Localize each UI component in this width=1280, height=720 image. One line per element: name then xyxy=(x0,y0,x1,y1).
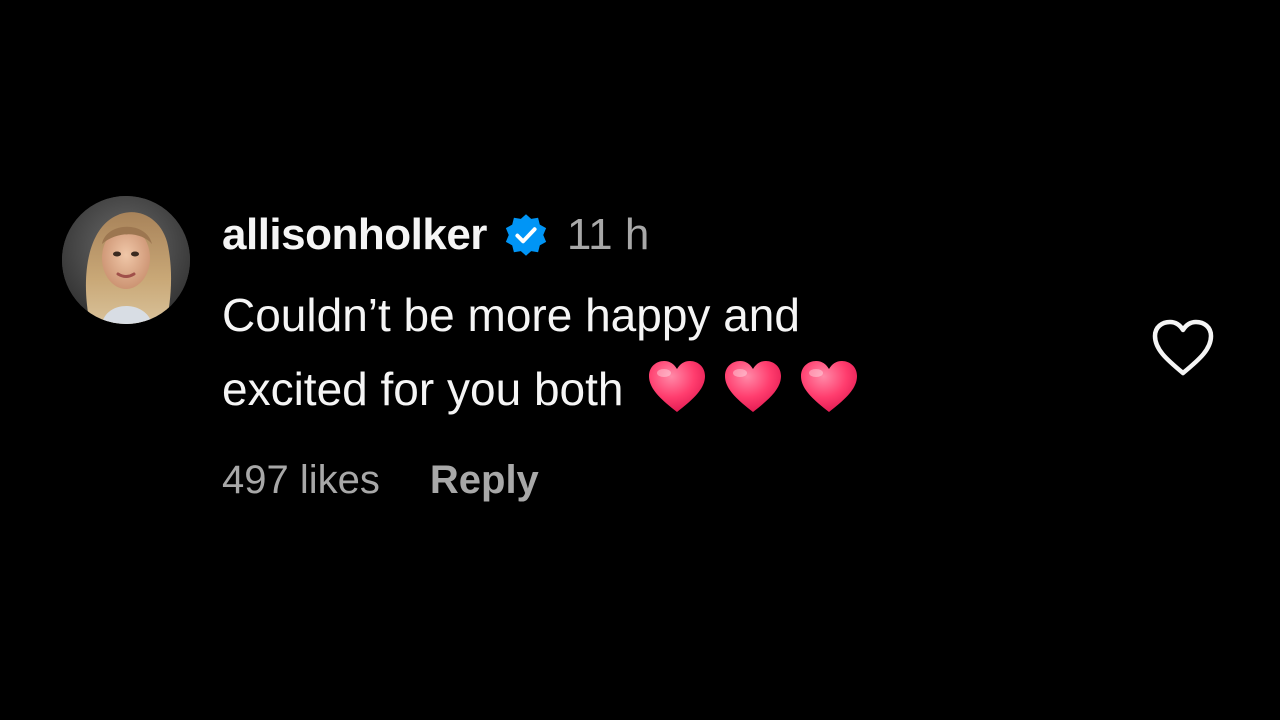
timestamp: 11 h xyxy=(566,210,650,259)
comment-header: allisonholker 11 h xyxy=(222,208,649,262)
red-heart-emoji xyxy=(647,360,707,414)
comment-text-line-2: excited for you both xyxy=(222,363,624,415)
comment-text-line-2-row: excited for you both xyxy=(222,352,875,426)
reply-button[interactable]: Reply xyxy=(430,458,539,503)
red-heart-emoji xyxy=(723,360,783,414)
red-heart-emoji xyxy=(799,360,859,414)
heart-emojis xyxy=(647,360,875,414)
avatar[interactable] xyxy=(62,196,190,324)
username[interactable]: allisonholker xyxy=(222,210,487,260)
comment: allisonholker 11 h Couldn’t be more happ… xyxy=(62,196,1222,526)
verified-badge-icon xyxy=(503,212,549,258)
heart-outline-icon[interactable] xyxy=(1150,318,1216,378)
comment-actions: 497 likes Reply xyxy=(222,458,539,503)
comment-text-line-1: Couldn’t be more happy and xyxy=(222,289,800,341)
comment-text: Couldn’t be more happy and excited for y… xyxy=(222,278,875,426)
likes-count[interactable]: 497 likes xyxy=(222,458,380,503)
avatar-photo xyxy=(62,196,190,324)
